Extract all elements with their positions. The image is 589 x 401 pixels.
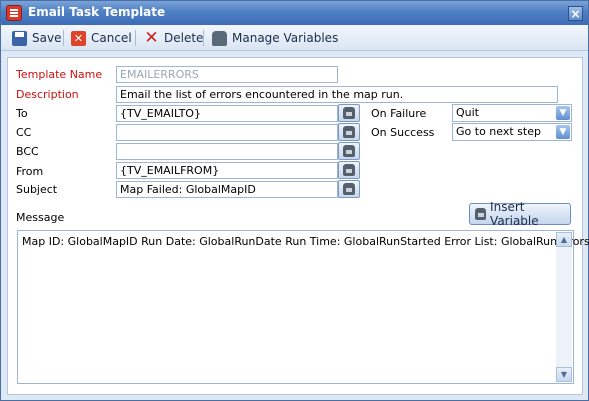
cancel-label: Cancel: [91, 31, 132, 45]
phone-icon: [475, 208, 487, 220]
message-textarea[interactable]: Map ID: GlobalMapID Run Date: GlobalRunD…: [17, 230, 589, 384]
phone-icon: [212, 30, 227, 46]
phone-icon: [343, 164, 355, 176]
bcc-address-picker-button[interactable]: [338, 142, 360, 160]
template-icon: [6, 5, 22, 21]
cc-field[interactable]: [116, 124, 338, 141]
on-success-select[interactable]: Go to next step ▼: [452, 123, 572, 141]
window-title: Email Task Template: [28, 5, 166, 19]
phone-icon: [343, 126, 355, 138]
template-name-field: EMAILERRORS: [116, 66, 338, 83]
email-task-template-window: Email Task Template × Save ✕ Cancel ✕ De…: [0, 0, 589, 401]
delete-label: Delete: [164, 31, 204, 45]
on-failure-select[interactable]: Quit ▼: [452, 104, 572, 122]
scroll-up-icon[interactable]: ▲: [556, 232, 572, 247]
insert-variable-button[interactable]: Insert Variable: [469, 200, 571, 228]
title-bar[interactable]: Email Task Template ×: [1, 1, 588, 25]
chevron-down-icon[interactable]: ▼: [556, 125, 570, 139]
phone-icon: [343, 183, 355, 195]
cancel-button[interactable]: ✕ Cancel: [71, 29, 132, 47]
phone-icon: [343, 107, 355, 119]
from-field[interactable]: {TV_EMAILFROM}: [116, 162, 338, 179]
cc-label: CC: [16, 126, 32, 139]
template-name-label: Template Name: [16, 68, 103, 81]
delete-button[interactable]: ✕ Delete: [144, 29, 203, 47]
from-address-picker-button[interactable]: [338, 161, 360, 179]
save-label: Save: [32, 31, 62, 45]
on-failure-value: Quit: [456, 106, 479, 119]
message-scrollbar[interactable]: ▲ ▼: [556, 232, 572, 382]
description-field[interactable]: Email the list of errors encountered in …: [116, 86, 558, 103]
subject-label: Subject: [16, 183, 58, 196]
toolbar-divider: [135, 30, 136, 46]
on-success-value: Go to next step: [456, 125, 541, 138]
on-failure-label: On Failure: [371, 107, 427, 120]
toolbar: Save ✕ Cancel ✕ Delete Manage Variables: [1, 25, 588, 51]
scroll-down-icon[interactable]: ▼: [556, 367, 572, 382]
save-button[interactable]: Save: [12, 29, 61, 47]
cancel-x-icon: ✕: [71, 30, 86, 46]
bcc-field[interactable]: [116, 143, 338, 160]
subject-variable-picker-button[interactable]: [338, 180, 360, 198]
description-label: Description: [16, 88, 79, 101]
to-field[interactable]: {TV_EMAILTO}: [116, 105, 338, 122]
from-label: From: [16, 165, 44, 178]
phone-icon: [343, 145, 355, 157]
on-success-label: On Success: [371, 126, 435, 139]
insert-variable-label: Insert Variable: [490, 200, 539, 228]
to-label: To: [16, 107, 28, 120]
form-panel: Template Name EMAILERRORS Description Em…: [7, 57, 589, 395]
bcc-label: BCC: [16, 145, 39, 158]
subject-field[interactable]: Map Failed: GlobalMapID: [116, 181, 338, 198]
message-label: Message: [16, 211, 65, 224]
cc-address-picker-button[interactable]: [338, 123, 360, 141]
message-text: Map ID: GlobalMapID Run Date: GlobalRunD…: [22, 235, 589, 248]
toolbar-divider: [63, 30, 64, 46]
toolbar-divider: [203, 30, 204, 46]
close-button[interactable]: ×: [568, 6, 583, 21]
chevron-down-icon[interactable]: ▼: [556, 106, 570, 120]
to-address-picker-button[interactable]: [338, 104, 360, 122]
floppy-disk-icon: [12, 30, 27, 46]
delete-x-icon: ✕: [144, 27, 159, 48]
manage-variables-button[interactable]: Manage Variables: [212, 29, 338, 47]
manage-variables-label: Manage Variables: [232, 31, 339, 45]
